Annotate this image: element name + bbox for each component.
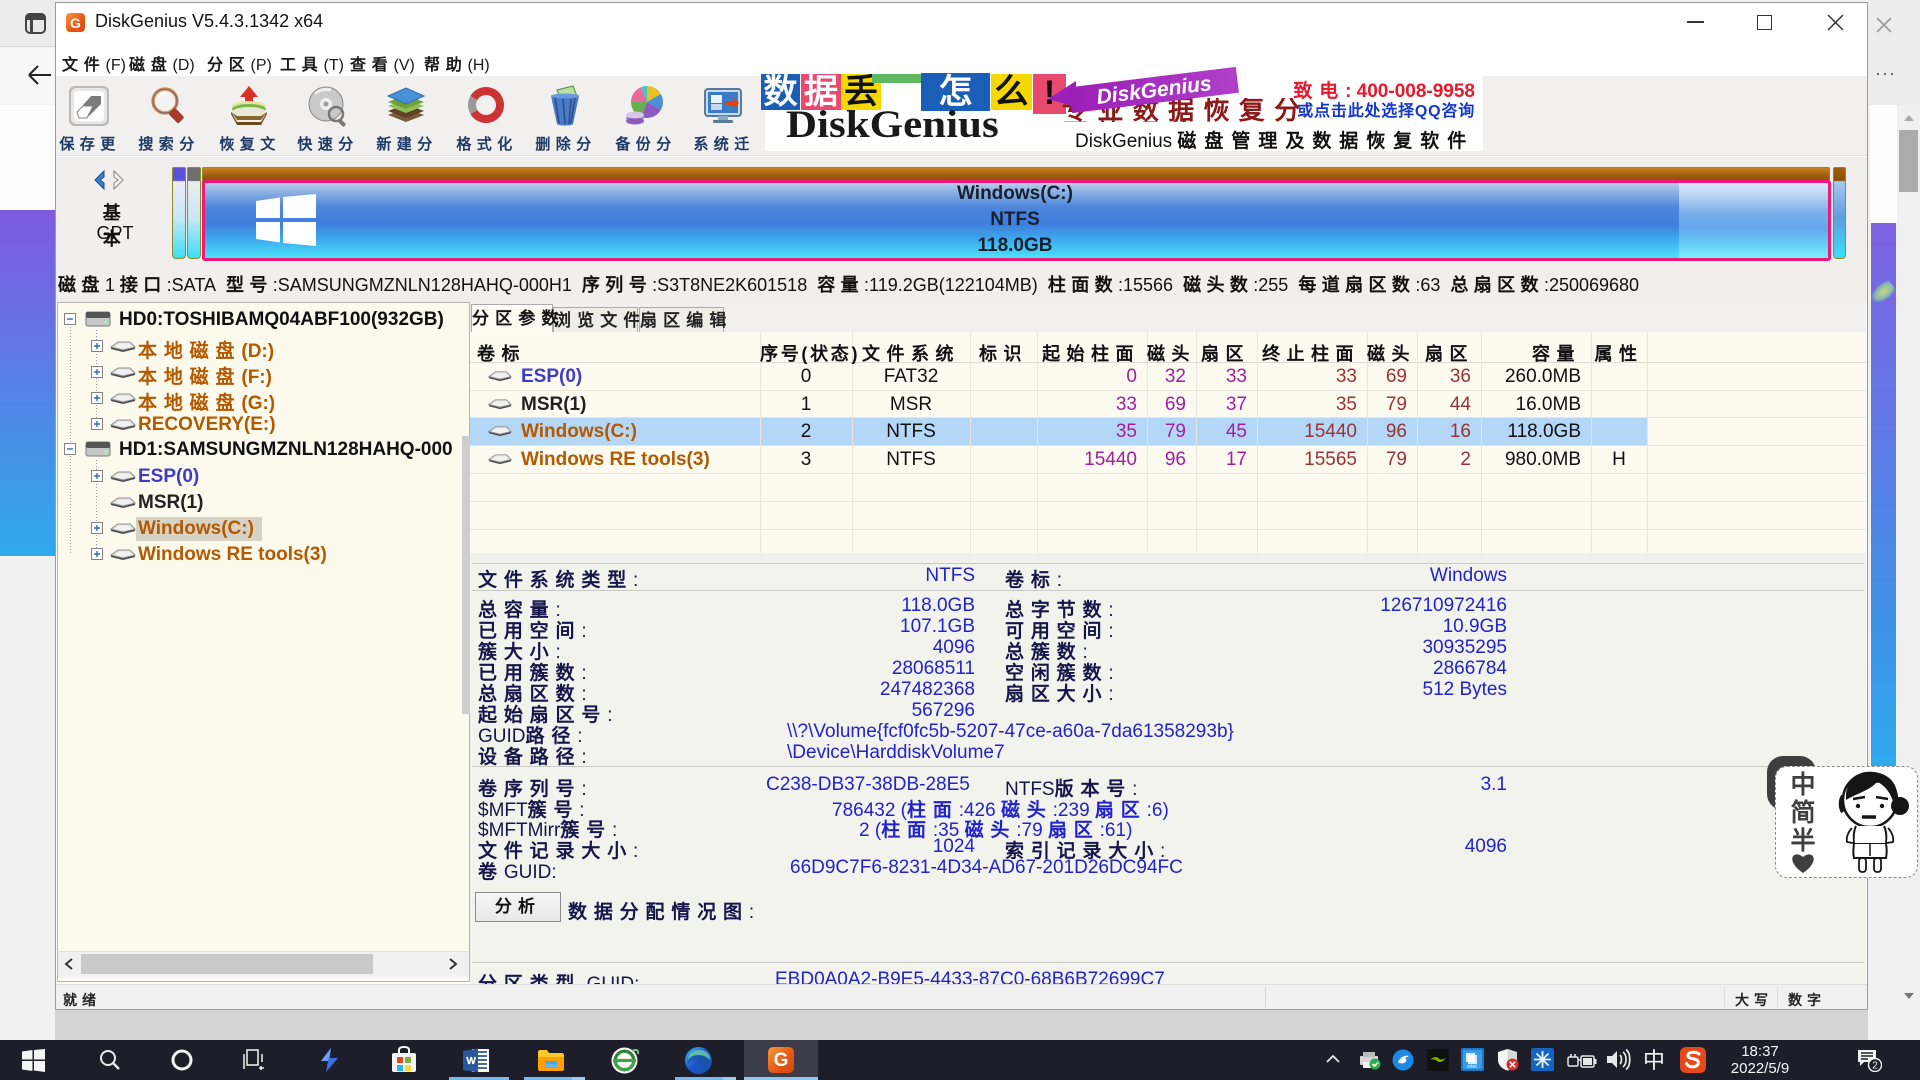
svg-text:2: 2 [1872,1061,1878,1072]
svg-text:intel: intel [1467,1064,1476,1070]
